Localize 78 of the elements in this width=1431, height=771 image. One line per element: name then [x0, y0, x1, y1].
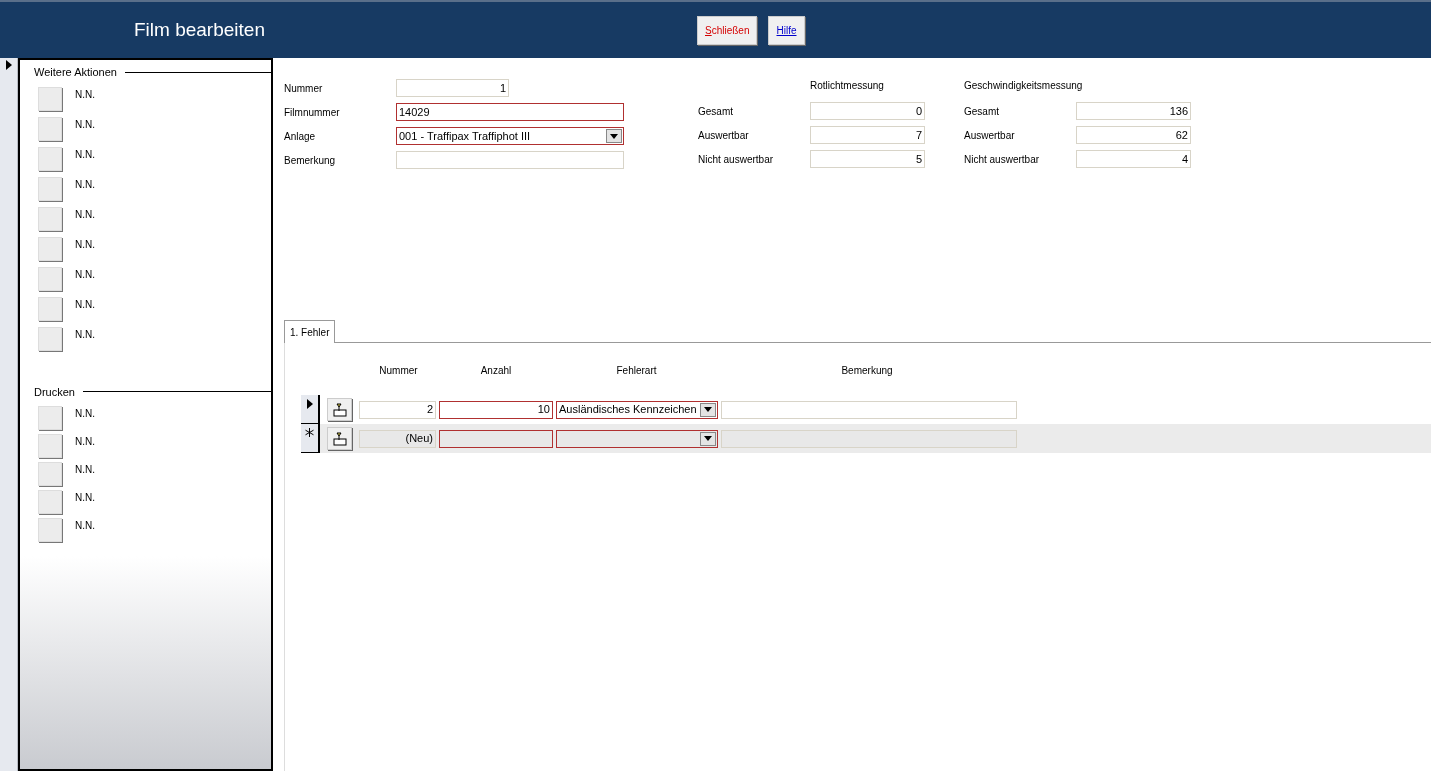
field-label: Bemerkung — [284, 153, 337, 168]
action-label: N.N. — [75, 147, 95, 162]
column-header: Bemerkung — [840, 364, 894, 377]
input-field[interactable]: 5 — [810, 150, 925, 168]
section-title: Rotlichtmessung — [809, 79, 885, 93]
input-field[interactable]: 62 — [1076, 126, 1191, 144]
field-label: Filmnummer — [284, 105, 341, 120]
action-label: N.N. — [75, 237, 95, 252]
action-label: N.N. — [75, 207, 95, 222]
action-button[interactable] — [38, 326, 62, 351]
action-button[interactable] — [38, 434, 62, 458]
action-button[interactable] — [38, 146, 62, 171]
input-field[interactable] — [439, 429, 553, 448]
action-button[interactable] — [38, 406, 62, 430]
action-label: N.N. — [75, 435, 95, 449]
caret-down-icon — [704, 436, 712, 441]
dropdown-button[interactable] — [700, 431, 716, 446]
page-title: Film bearbeiten — [134, 17, 266, 42]
action-label: N.N. — [75, 519, 95, 533]
action-label: N.N. — [75, 491, 95, 505]
edit-icon — [331, 402, 348, 417]
caret-down-icon — [704, 407, 712, 412]
action-button[interactable] — [38, 116, 62, 141]
action-button[interactable] — [38, 518, 62, 542]
edit-button[interactable] — [327, 398, 352, 421]
column-header: Anzahl — [479, 364, 513, 377]
header-button[interactable]: Hilfe — [768, 15, 805, 45]
field-label: Nummer — [284, 81, 324, 96]
group-title: Weitere Aktionen — [34, 65, 117, 80]
column-header: Fehlerart — [615, 364, 658, 377]
action-button[interactable] — [38, 176, 62, 201]
input-field[interactable]: 7 — [810, 126, 925, 144]
current-record-icon — [5, 60, 12, 70]
input-field[interactable]: 14029 — [396, 103, 624, 121]
action-label: N.N. — [75, 177, 95, 192]
input-field[interactable]: 136 — [1076, 102, 1191, 120]
input-field[interactable]: 1 — [396, 79, 509, 97]
dropdown-field[interactable] — [556, 429, 718, 448]
input-field[interactable]: (Neu) — [359, 429, 436, 448]
dropdown-field[interactable]: Ausländisches Kennzeichen — [556, 400, 718, 419]
edit-icon — [331, 431, 348, 446]
field-label: Gesamt — [964, 104, 1000, 119]
field-label: Auswertbar — [964, 128, 1016, 143]
group-title: Drucken — [34, 384, 75, 400]
dropdown-button[interactable] — [606, 129, 622, 143]
dropdown-button[interactable] — [700, 402, 716, 417]
section-title: Geschwindigkeitsmessung — [964, 79, 1084, 93]
field-label: Gesamt — [698, 104, 734, 119]
caret-down-icon — [610, 133, 618, 139]
edit-button[interactable] — [327, 427, 352, 450]
input-field[interactable]: 10 — [439, 400, 553, 419]
tab[interactable]: 1. Fehler — [284, 320, 336, 343]
action-label: N.N. — [75, 267, 95, 282]
action-label: N.N. — [75, 87, 95, 102]
input-field[interactable]: 4 — [1076, 150, 1191, 168]
action-label: N.N. — [75, 327, 95, 342]
column-header: Nummer — [378, 364, 419, 377]
action-button[interactable] — [38, 266, 62, 291]
action-button[interactable] — [38, 86, 62, 111]
action-button[interactable] — [38, 236, 62, 261]
action-label: N.N. — [75, 407, 95, 421]
row-selector[interactable] — [301, 395, 320, 424]
action-button[interactable] — [38, 296, 62, 321]
input-field[interactable]: 0 — [810, 102, 925, 120]
field-label: Nicht auswertbar — [964, 152, 1041, 167]
header-button[interactable]: Schließen — [697, 15, 758, 45]
action-button[interactable] — [38, 462, 62, 486]
field-label: Nicht auswertbar — [698, 152, 775, 167]
field-label: Auswertbar — [698, 128, 750, 143]
input-field[interactable]: 2 — [359, 400, 436, 419]
action-button[interactable] — [38, 490, 62, 514]
action-label: N.N. — [75, 297, 95, 312]
action-label: N.N. — [75, 117, 95, 132]
action-button[interactable] — [38, 206, 62, 231]
row-selector[interactable] — [301, 424, 320, 453]
dropdown-field[interactable]: 001 - Traffipax Traffiphot III — [396, 127, 624, 145]
field-label: Anlage — [284, 129, 317, 144]
action-label: N.N. — [75, 463, 95, 477]
